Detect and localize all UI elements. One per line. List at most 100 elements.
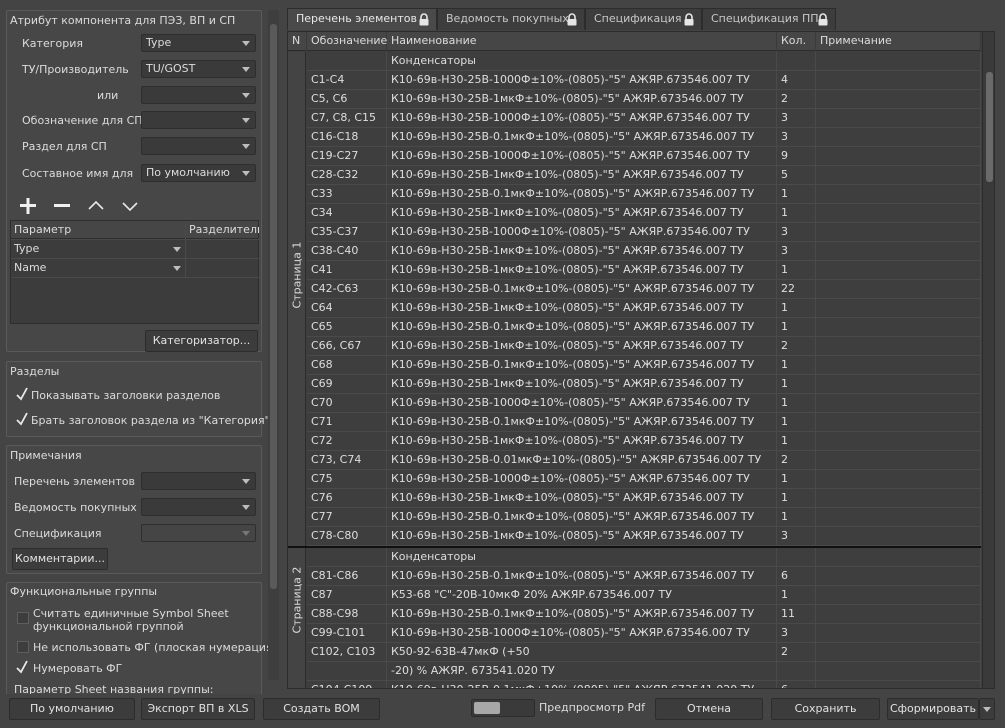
- cell-note[interactable]: [816, 128, 981, 147]
- col-header-note[interactable]: Примечание: [816, 32, 981, 51]
- table-row[interactable]: C73, C74 К10-69в-Н30-25В-0.01мкФ±10%-(080…: [288, 451, 981, 470]
- cell-qty[interactable]: 11: [777, 605, 816, 624]
- move-down-button[interactable]: [119, 197, 141, 215]
- table-row[interactable]: C72 К10-69в-Н30-25В-1мкФ±10%-(0805)-"5" А…: [288, 432, 981, 451]
- cell-designator[interactable]: C69: [307, 375, 387, 394]
- category-combo[interactable]: Type: [141, 34, 256, 52]
- cell-name[interactable]: К10-69в-Н30-25В-1мкФ±10%-(0805)-"5" АЖЯР…: [387, 527, 777, 546]
- compound-name-combo[interactable]: По умолчанию: [141, 164, 256, 182]
- col-header-name[interactable]: Наименование: [387, 32, 777, 51]
- cell-qty[interactable]: 1: [777, 185, 816, 204]
- col-header-designator[interactable]: Обозначение: [307, 32, 387, 51]
- table-row[interactable]: C65 К10-69в-Н30-25В-0.1мкФ±10%-(0805)-"5"…: [288, 318, 981, 337]
- cell-qty[interactable]: 3: [777, 527, 816, 546]
- remove-param-button[interactable]: [51, 197, 73, 215]
- table-row[interactable]: C5, C6 К10-69в-Н30-25В-1мкФ±10%-(0805)-"5…: [288, 90, 981, 109]
- cell-designator[interactable]: C65: [307, 318, 387, 337]
- cell-note[interactable]: [816, 109, 981, 128]
- checkmark-icon[interactable]: [16, 412, 28, 426]
- table-row[interactable]: C28-C32 К10-69в-Н30-25В-1мкФ±10%-(0805)-"…: [288, 166, 981, 185]
- form-button[interactable]: Сформировать: [887, 698, 979, 720]
- cell-designator[interactable]: C19-C27: [307, 147, 387, 166]
- cell-name[interactable]: К10-69в-Н30-25В-0.1мкФ±10%-(0805)-"5" АЖ…: [387, 681, 777, 688]
- cell-note[interactable]: [816, 567, 981, 586]
- cell-designator[interactable]: C66, C67: [307, 337, 387, 356]
- cell-note[interactable]: [816, 166, 981, 185]
- or-combo[interactable]: [141, 86, 256, 104]
- cell-name[interactable]: К10-69в-Н30-25В-1мкФ±10%-(0805)-"5" АЖЯР…: [387, 204, 777, 223]
- table-row[interactable]: C77 К10-69в-Н30-25В-0.1мкФ±10%-(0805)-"5"…: [288, 508, 981, 527]
- cell-designator[interactable]: C70: [307, 394, 387, 413]
- cell-qty[interactable]: 6: [777, 567, 816, 586]
- cell-qty[interactable]: 1: [777, 261, 816, 280]
- cell-designator[interactable]: C88-C98: [307, 605, 387, 624]
- cell-name[interactable]: К10-69в-Н30-25В-1мкФ±10%-(0805)-"5" АЖЯР…: [387, 375, 777, 394]
- cell-note[interactable]: [816, 605, 981, 624]
- cell-note[interactable]: [816, 318, 981, 337]
- cell-designator[interactable]: C99-C101: [307, 624, 387, 643]
- add-param-button[interactable]: [17, 197, 39, 215]
- cell-qty[interactable]: 4: [777, 71, 816, 90]
- notes-elements-combo[interactable]: [141, 472, 256, 490]
- table-row[interactable]: C66, C67 К10-69в-Н30-25В-1мкФ±10%-(0805)-…: [288, 337, 981, 356]
- param-row-type-sep[interactable]: [186, 240, 260, 259]
- cell-note[interactable]: [816, 548, 981, 567]
- cancel-button[interactable]: Отмена: [655, 698, 763, 720]
- cell-name[interactable]: К10-69в-Н30-25В-0.1мкФ±10%-(0805)-"5" АЖ…: [387, 318, 777, 337]
- cell-qty[interactable]: 1: [777, 394, 816, 413]
- checkmark-icon[interactable]: [16, 660, 28, 674]
- cell-name[interactable]: К10-69в-Н30-25В-1мкФ±10%-(0805)-"5" АЖЯР…: [387, 242, 777, 261]
- cell-designator[interactable]: C42-C63: [307, 280, 387, 299]
- cell-name[interactable]: К10-69в-Н30-25В-0.1мкФ±10%-(0805)-"5" АЖ…: [387, 508, 777, 527]
- cell-qty[interactable]: 22: [777, 280, 816, 299]
- table-row[interactable]: C71 К10-69в-Н30-25В-0.1мкФ±10%-(0805)-"5"…: [288, 413, 981, 432]
- left-panel-scroll-thumb[interactable]: [270, 24, 277, 589]
- param-row-name[interactable]: Name: [11, 259, 186, 278]
- cell-designator[interactable]: C77: [307, 508, 387, 527]
- cell-name[interactable]: К10-69в-Н30-25В-0.1мкФ±10%-(0805)-"5" АЖ…: [387, 567, 777, 586]
- cell-note[interactable]: [816, 261, 981, 280]
- cell-qty[interactable]: 1: [777, 508, 816, 527]
- col-header-n[interactable]: N: [288, 32, 307, 51]
- create-bom-button[interactable]: Создать BOM: [263, 698, 380, 720]
- cell-name[interactable]: К10-69в-Н30-25В-1мкФ±10%-(0805)-"5" АЖЯР…: [387, 166, 777, 185]
- checkmark-icon[interactable]: [16, 387, 28, 401]
- tab-element-list[interactable]: Перечень элементов: [287, 8, 437, 30]
- export-xls-button[interactable]: Экспорт ВП в XLS: [141, 698, 255, 720]
- cell-designator[interactable]: C71: [307, 413, 387, 432]
- cell-note[interactable]: [816, 394, 981, 413]
- cell-note[interactable]: [816, 489, 981, 508]
- cell-qty[interactable]: [777, 52, 816, 71]
- tab-specification-pp[interactable]: Спецификация ПП: [702, 8, 836, 30]
- cell-designator[interactable]: [307, 548, 387, 567]
- table-row[interactable]: C1-C4 К10-69в-Н30-25В-1000Ф±10%-(0805)-"5…: [288, 71, 981, 90]
- grid-scrollbar[interactable]: [982, 32, 994, 688]
- cell-name[interactable]: К10-69в-Н30-25В-1000Ф±10%-(0805)-"5" АЖЯ…: [387, 223, 777, 242]
- table-row[interactable]: C64 К10-69в-Н30-25В-1мкФ±10%-(0805)-"5" А…: [288, 299, 981, 318]
- cell-designator[interactable]: C7, C8, C15: [307, 109, 387, 128]
- cell-name[interactable]: К10-69в-Н30-25В-0.1мкФ±10%-(0805)-"5" АЖ…: [387, 128, 777, 147]
- cell-name[interactable]: К10-69в-Н30-25В-1мкФ±10%-(0805)-"5" АЖЯР…: [387, 489, 777, 508]
- cell-qty[interactable]: 2: [777, 643, 816, 662]
- table-row[interactable]: C87 К53-68 "С"-20В-10мкФ 20% АЖЯР.673546.…: [288, 586, 981, 605]
- cell-designator[interactable]: C104-C109: [307, 681, 387, 688]
- cell-note[interactable]: [816, 508, 981, 527]
- cell-qty[interactable]: 5: [777, 166, 816, 185]
- cell-note[interactable]: [816, 527, 981, 546]
- cell-qty[interactable]: 3: [777, 128, 816, 147]
- cell-note[interactable]: [816, 624, 981, 643]
- cell-note[interactable]: [816, 662, 981, 681]
- pdf-preview-toggle[interactable]: [471, 699, 535, 717]
- cell-note[interactable]: [816, 299, 981, 318]
- cell-name[interactable]: К10-69в-Н30-25В-0.1мкФ±10%-(0805)-"5" АЖ…: [387, 356, 777, 375]
- cell-designator[interactable]: C35-C37: [307, 223, 387, 242]
- table-row[interactable]: C41 К10-69в-Н30-25В-1мкФ±10%-(0805)-"5" А…: [288, 261, 981, 280]
- cell-note[interactable]: [816, 375, 981, 394]
- table-row[interactable]: C16-C18 К10-69в-Н30-25В-0.1мкФ±10%-(0805)…: [288, 128, 981, 147]
- cell-name[interactable]: К10-69в-Н30-25В-1мкФ±10%-(0805)-"5" АЖЯР…: [387, 261, 777, 280]
- cell-qty[interactable]: 2: [777, 451, 816, 470]
- cell-name[interactable]: К10-69в-Н30-25В-1мкФ±10%-(0805)-"5" АЖЯР…: [387, 299, 777, 318]
- cell-note[interactable]: [816, 451, 981, 470]
- cell-note[interactable]: [816, 681, 981, 688]
- table-row[interactable]: C102, C103 К50-92-63В-47мкФ (+50 2: [288, 643, 981, 662]
